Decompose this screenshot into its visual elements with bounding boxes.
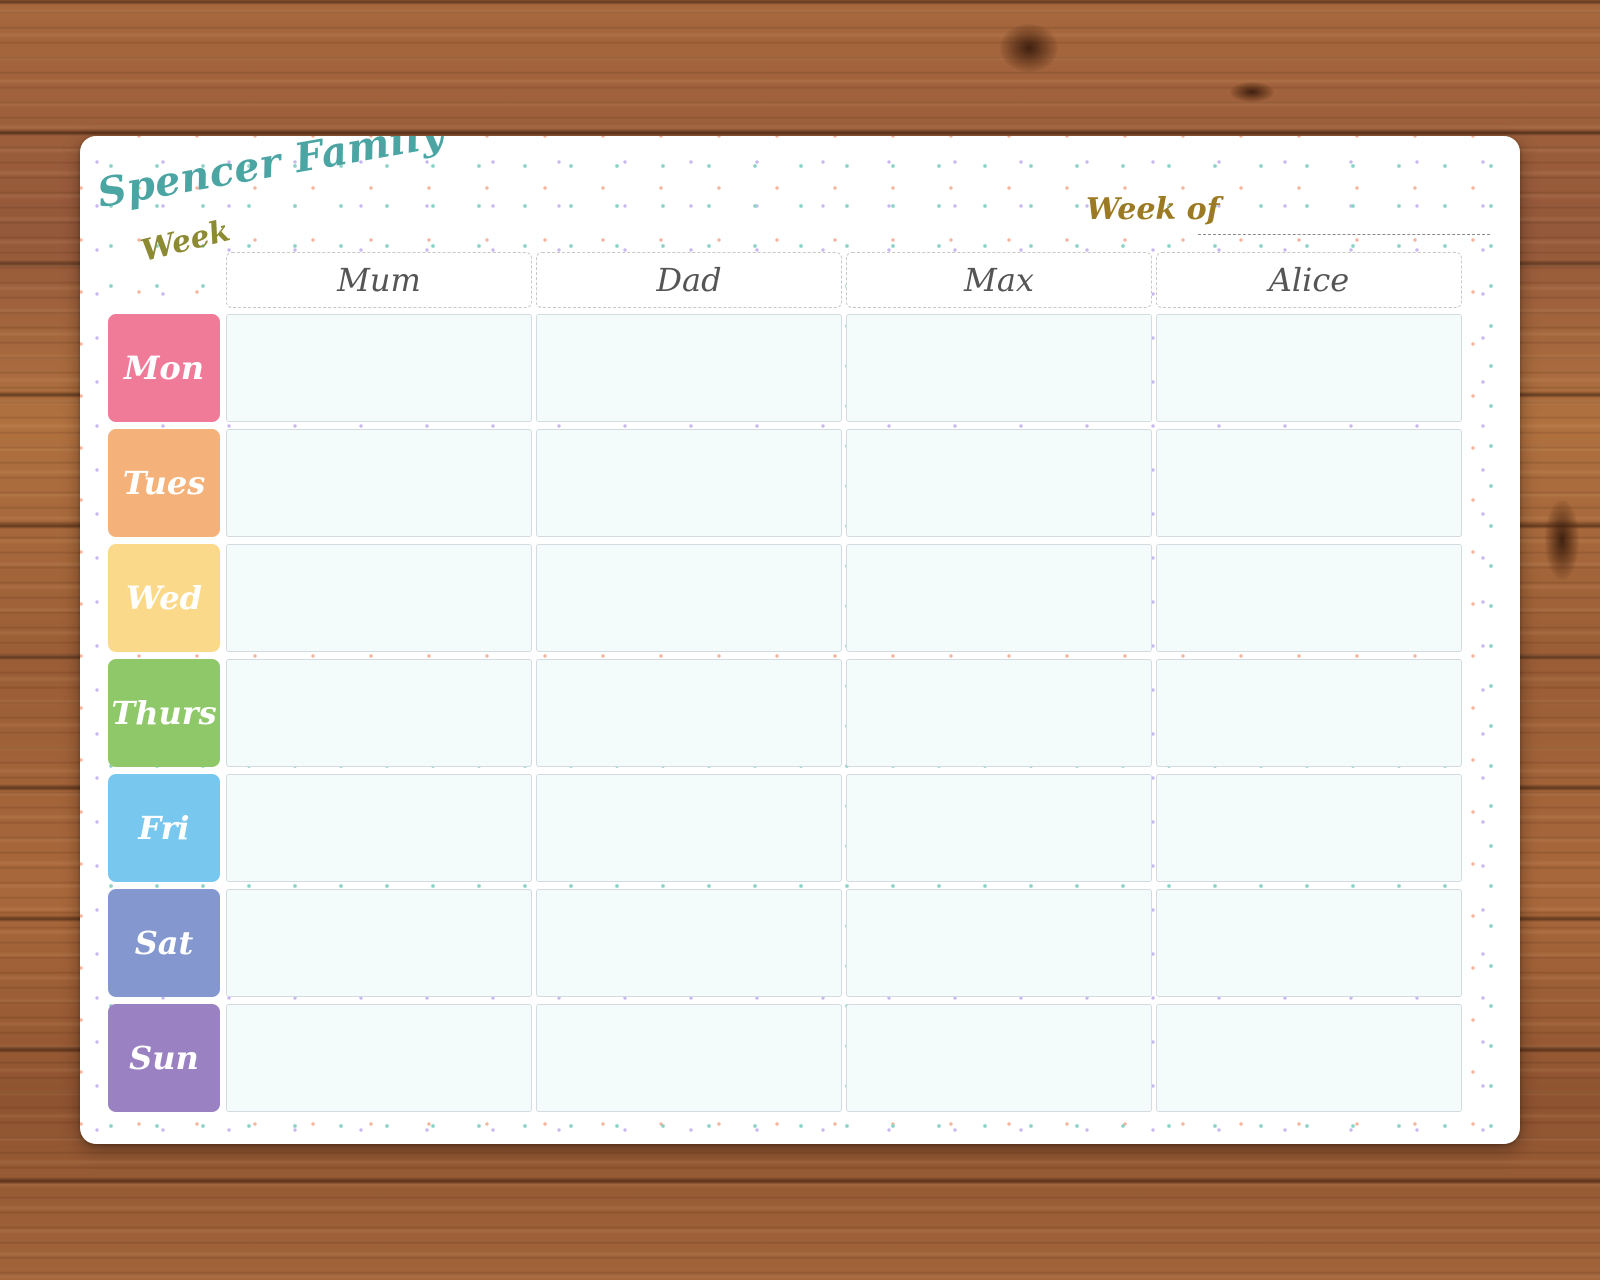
- planner-cell-sun-mum[interactable]: [226, 1004, 532, 1112]
- day-label-thurs: Thurs: [108, 659, 220, 767]
- column-header-alice: Alice: [1156, 252, 1462, 308]
- planner-title: Spencer Family: [93, 136, 448, 217]
- planner-cell-fri-mum[interactable]: [226, 774, 532, 882]
- planner-cell-sat-mum[interactable]: [226, 889, 532, 997]
- planner-cell-sat-alice[interactable]: [1156, 889, 1462, 997]
- planner-cell-mon-alice[interactable]: [1156, 314, 1462, 422]
- planner-cell-wed-dad[interactable]: [536, 544, 842, 652]
- planner-cell-fri-alice[interactable]: [1156, 774, 1462, 882]
- planner-cell-wed-alice[interactable]: [1156, 544, 1462, 652]
- week-of-label: Week of: [1086, 192, 1220, 227]
- planner-cell-sat-max[interactable]: [846, 889, 1152, 997]
- planner-cell-thurs-alice[interactable]: [1156, 659, 1462, 767]
- planner-cell-sun-dad[interactable]: [536, 1004, 842, 1112]
- column-header-max: Max: [846, 252, 1152, 308]
- day-label-sat: Sat: [108, 889, 220, 997]
- planner-cell-mon-dad[interactable]: [536, 314, 842, 422]
- planner-cell-tues-max[interactable]: [846, 429, 1152, 537]
- planner-cell-fri-max[interactable]: [846, 774, 1152, 882]
- planner-cell-mon-max[interactable]: [846, 314, 1152, 422]
- planner-cell-mon-mum[interactable]: [226, 314, 532, 422]
- day-label-wed: Wed: [108, 544, 220, 652]
- planner-cell-thurs-dad[interactable]: [536, 659, 842, 767]
- planner-cell-sat-dad[interactable]: [536, 889, 842, 997]
- column-header-dad: Dad: [536, 252, 842, 308]
- day-label-tues: Tues: [108, 429, 220, 537]
- planner-cell-fri-dad[interactable]: [536, 774, 842, 882]
- day-label-sun: Sun: [108, 1004, 220, 1112]
- planner-cell-wed-max[interactable]: [846, 544, 1152, 652]
- day-label-fri: Fri: [108, 774, 220, 882]
- wood-knot: [1230, 82, 1274, 102]
- planner-cell-wed-mum[interactable]: [226, 544, 532, 652]
- wood-knot: [1545, 500, 1579, 580]
- planner-cell-tues-alice[interactable]: [1156, 429, 1462, 537]
- planner-cell-sun-max[interactable]: [846, 1004, 1152, 1112]
- wood-knot: [1000, 24, 1058, 72]
- planner-cell-tues-mum[interactable]: [226, 429, 532, 537]
- planner-cell-thurs-mum[interactable]: [226, 659, 532, 767]
- planner-cell-tues-dad[interactable]: [536, 429, 842, 537]
- day-label-mon: Mon: [108, 314, 220, 422]
- column-header-mum: Mum: [226, 252, 532, 308]
- planner-subtitle: Week: [137, 213, 234, 269]
- planner-cell-thurs-max[interactable]: [846, 659, 1152, 767]
- planner-cell-sun-alice[interactable]: [1156, 1004, 1462, 1112]
- weekly-planner-board: Spencer Family Week Week of Mum Dad Max Ali…: [80, 136, 1520, 1144]
- week-of-field[interactable]: [1198, 234, 1490, 235]
